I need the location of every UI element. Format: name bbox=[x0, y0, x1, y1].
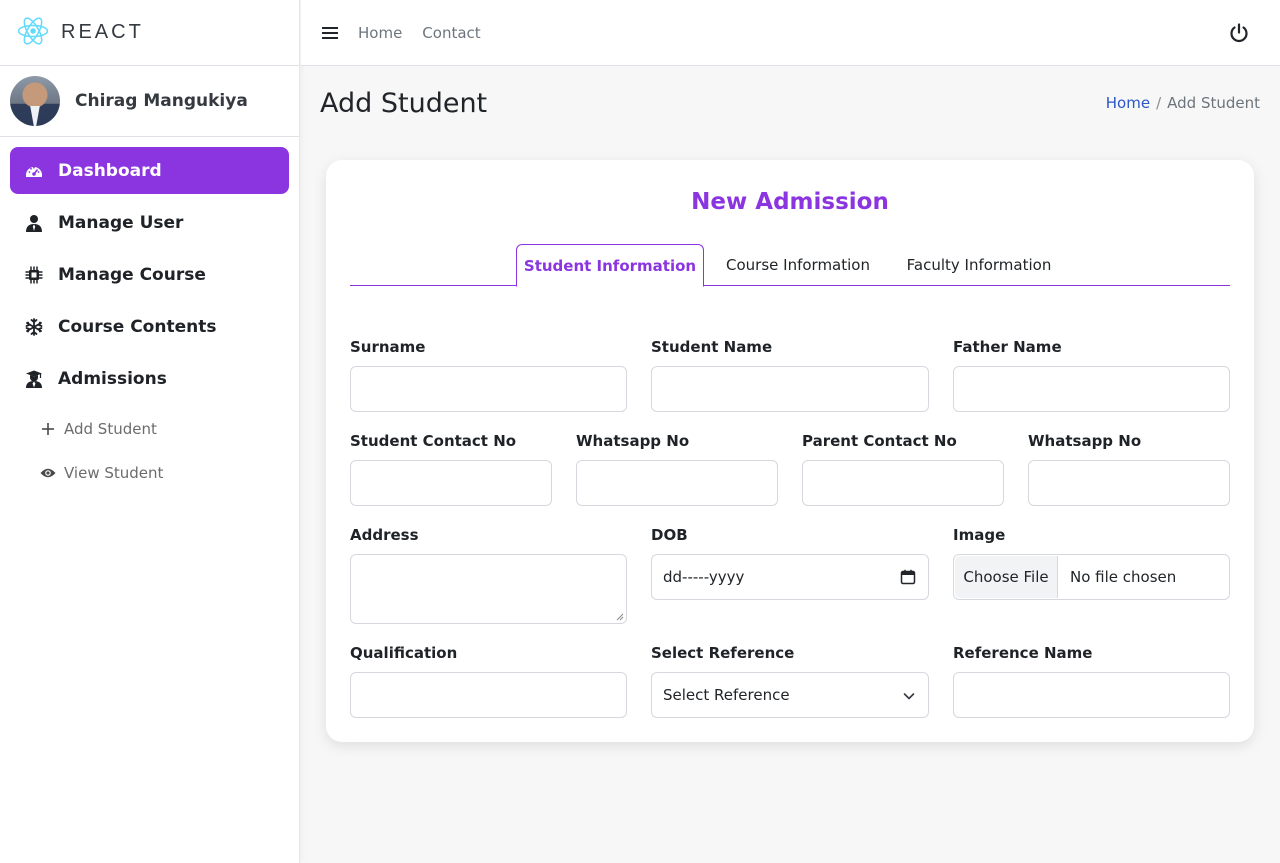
sidebar-subitem-view-student[interactable]: View Student bbox=[40, 451, 289, 495]
chip-icon bbox=[24, 265, 44, 285]
avatar bbox=[10, 76, 60, 126]
breadcrumb-current: Add Student bbox=[1167, 94, 1260, 112]
hamburger-icon[interactable] bbox=[322, 26, 338, 40]
reference-name-label: Reference Name bbox=[953, 644, 1093, 662]
sidebar-item-label: Dashboard bbox=[58, 160, 162, 181]
tab-student-information[interactable]: Student Information bbox=[516, 244, 704, 287]
father-name-label: Father Name bbox=[953, 338, 1062, 356]
tab-faculty-information[interactable]: Faculty Information bbox=[896, 244, 1062, 286]
parent-contact-label: Parent Contact No bbox=[802, 432, 957, 450]
parent-whatsapp-label: Whatsapp No bbox=[1028, 432, 1142, 450]
student-whatsapp-label: Whatsapp No bbox=[576, 432, 690, 450]
brand[interactable]: REACT bbox=[0, 0, 299, 66]
surname-label: Surname bbox=[350, 338, 426, 356]
user-name: Chirag Mangukiya bbox=[75, 91, 248, 111]
reference-select[interactable]: Select Reference bbox=[651, 672, 929, 718]
sidebar-subitem-label: Add Student bbox=[64, 420, 157, 438]
tab-course-information[interactable]: Course Information bbox=[716, 244, 880, 286]
sidebar-item-manage-course[interactable]: Manage Course bbox=[10, 251, 289, 298]
sidebar-item-dashboard[interactable]: Dashboard bbox=[10, 147, 289, 194]
admission-tabs: Student Information Course Information F… bbox=[350, 244, 1230, 287]
sidebar-item-admissions[interactable]: Admissions bbox=[10, 355, 289, 402]
topbar: Home Contact bbox=[301, 0, 1280, 66]
sidebar-nav: Dashboard Manage User Manage Course Cour… bbox=[0, 137, 299, 495]
breadcrumb-separator: / bbox=[1156, 94, 1162, 112]
chevron-down-icon bbox=[903, 693, 915, 700]
sidebar-item-label: Admissions bbox=[58, 368, 167, 389]
reference-selected-value: Select Reference bbox=[663, 686, 790, 704]
reference-name-input[interactable] bbox=[953, 672, 1230, 718]
surname-input[interactable] bbox=[350, 366, 627, 412]
dob-placeholder: dd-----yyyy bbox=[663, 568, 745, 586]
student-contact-label: Student Contact No bbox=[350, 432, 517, 450]
user-icon bbox=[24, 213, 44, 233]
page-title: Add Student bbox=[320, 88, 488, 119]
react-logo-icon bbox=[16, 14, 50, 52]
student-name-input[interactable] bbox=[651, 366, 929, 412]
dob-date-input[interactable]: dd-----yyyy bbox=[651, 554, 929, 600]
power-icon[interactable] bbox=[1228, 22, 1250, 44]
breadcrumb: Home / Add Student bbox=[1106, 94, 1260, 112]
breadcrumb-home-link[interactable]: Home bbox=[1106, 94, 1150, 112]
sidebar-subitem-label: View Student bbox=[64, 464, 164, 482]
admissions-submenu: Add Student View Student bbox=[10, 407, 289, 495]
father-name-input[interactable] bbox=[953, 366, 1230, 412]
sidebar: REACT Chirag Mangukiya Dashboard Manage … bbox=[0, 0, 300, 863]
sidebar-item-label: Manage Course bbox=[58, 264, 206, 285]
address-label: Address bbox=[350, 526, 419, 544]
nav-link-home[interactable]: Home bbox=[358, 24, 402, 42]
image-label: Image bbox=[953, 526, 1006, 544]
plus-icon bbox=[40, 421, 56, 437]
sidebar-item-manage-user[interactable]: Manage User bbox=[10, 199, 289, 246]
brand-name: REACT bbox=[61, 21, 144, 43]
nav-link-contact[interactable]: Contact bbox=[422, 24, 480, 42]
select-reference-label: Select Reference bbox=[651, 644, 795, 662]
eye-icon bbox=[40, 465, 56, 481]
parent-contact-input[interactable] bbox=[802, 460, 1004, 506]
graduate-icon bbox=[24, 369, 44, 389]
student-name-label: Student Name bbox=[651, 338, 773, 356]
gauge-icon bbox=[24, 161, 44, 181]
qualification-label: Qualification bbox=[350, 644, 458, 662]
parent-whatsapp-input[interactable] bbox=[1028, 460, 1230, 506]
admission-card: New Admission Student Information Course… bbox=[326, 160, 1254, 742]
address-textarea[interactable] bbox=[350, 554, 627, 624]
image-file-input[interactable]: Choose File No file chosen bbox=[953, 554, 1230, 600]
sidebar-subitem-add-student[interactable]: Add Student bbox=[40, 407, 289, 451]
user-panel[interactable]: Chirag Mangukiya bbox=[0, 66, 299, 137]
student-contact-input[interactable] bbox=[350, 460, 552, 506]
choose-file-button[interactable]: Choose File bbox=[955, 556, 1058, 598]
resize-handle-icon[interactable] bbox=[616, 613, 624, 621]
dob-label: DOB bbox=[651, 526, 688, 544]
calendar-icon[interactable] bbox=[900, 569, 916, 585]
snowflake-icon bbox=[24, 317, 44, 337]
student-whatsapp-input[interactable] bbox=[576, 460, 778, 506]
sidebar-item-label: Manage User bbox=[58, 212, 184, 233]
card-title: New Admission bbox=[691, 189, 889, 215]
qualification-input[interactable] bbox=[350, 672, 627, 718]
file-status: No file chosen bbox=[1070, 568, 1177, 586]
sidebar-item-label: Course Contents bbox=[58, 316, 217, 337]
sidebar-item-course-contents[interactable]: Course Contents bbox=[10, 303, 289, 350]
